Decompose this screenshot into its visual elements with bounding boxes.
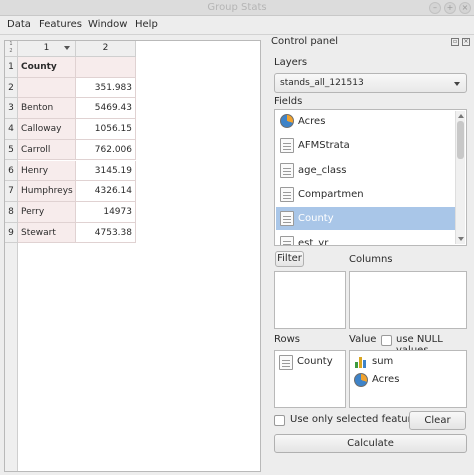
use-selected-checkbox[interactable] (274, 415, 285, 426)
value-item-label: Acres (372, 374, 400, 385)
close-icon[interactable]: × (459, 2, 471, 14)
text-field-icon (280, 235, 294, 245)
value-label: Value (349, 334, 377, 345)
text-field-icon (280, 162, 294, 178)
field-item-label: Compartmen (298, 188, 364, 200)
row-header[interactable]: 8 (5, 201, 18, 223)
rows-label: Rows (274, 334, 301, 345)
scroll-down-icon[interactable] (458, 237, 464, 241)
text-field-icon (280, 211, 294, 227)
fields-label: Fields (274, 96, 303, 107)
column-header-label: 2 (102, 43, 109, 53)
field-item[interactable]: County (276, 207, 455, 231)
table-cell[interactable] (18, 77, 76, 99)
table-cell[interactable]: 3145.19 (76, 160, 136, 182)
pie-chart-icon (280, 114, 294, 128)
text-field-icon (279, 355, 293, 370)
table-cell[interactable]: 1056.15 (76, 119, 136, 140)
row-header[interactable]: 6 (5, 160, 18, 182)
table-cell[interactable]: Henry (18, 160, 76, 182)
column-header-2[interactable]: 2 (76, 41, 136, 57)
bar-chart-icon (354, 355, 368, 369)
table-cell[interactable]: 351.983 (76, 77, 136, 99)
field-item-label: County (298, 213, 334, 225)
menu-help[interactable]: Help (135, 19, 158, 30)
row-header[interactable]: 5 (5, 139, 18, 161)
field-item-label: AFMStrata (298, 140, 350, 152)
pie-chart-icon (354, 373, 368, 387)
table-cell[interactable]: Humphreys (18, 181, 76, 202)
table-cell[interactable]: Perry (18, 201, 76, 223)
field-item[interactable]: AFMStrata (276, 134, 455, 157)
control-panel-title: Control panel (271, 36, 339, 47)
value-item-acres[interactable]: Acres (352, 372, 399, 390)
filter-button[interactable]: Filter (275, 251, 304, 267)
clear-button[interactable]: Clear (409, 411, 466, 430)
use-selected-label: Use only selected features (290, 414, 423, 425)
results-table[interactable]: 12 1 2 1 County 2 351.983 3 Benton 5469.43 4 Cal… (4, 40, 261, 472)
window-titlebar: Group Stats – + × (0, 0, 474, 16)
row-header[interactable]: 1 (5, 57, 18, 78)
value-drop-area[interactable]: sum Acres (349, 350, 467, 408)
float-panel-icon[interactable]: ▫ (451, 38, 459, 46)
fields-scrollbar[interactable] (455, 111, 465, 244)
columns-drop-area[interactable] (349, 271, 467, 329)
table-cell[interactable]: 762.006 (76, 139, 136, 161)
sort-descending-icon (64, 46, 70, 50)
table-cell[interactable]: Benton (18, 98, 76, 120)
scroll-up-icon[interactable] (458, 114, 464, 118)
use-null-checkbox[interactable] (381, 335, 392, 346)
field-item-label: Acres (298, 116, 326, 127)
field-item-label: est_yr (298, 237, 329, 246)
layers-select-value: stands_all_121513 (280, 78, 364, 88)
field-item[interactable]: est_yr (276, 232, 455, 246)
menu-bar: Data Features Window Help (0, 16, 474, 35)
rows-drop-area[interactable]: County (274, 350, 346, 408)
value-item-sum[interactable]: sum (352, 354, 393, 372)
rows-item-county[interactable]: County (277, 354, 333, 372)
field-item[interactable]: age_class (276, 159, 455, 182)
maximize-icon[interactable]: + (444, 2, 456, 14)
text-field-icon (280, 186, 294, 202)
close-panel-icon[interactable]: × (462, 38, 470, 46)
table-cell[interactable]: Carroll (18, 139, 76, 161)
menu-features[interactable]: Features (39, 19, 82, 30)
menu-window[interactable]: Window (88, 19, 127, 30)
layers-select[interactable]: stands_all_121513 (274, 73, 467, 93)
minimize-icon[interactable]: – (429, 2, 441, 14)
table-cell[interactable]: Calloway (18, 119, 76, 140)
value-item-label: sum (372, 356, 394, 367)
row-header[interactable]: 7 (5, 181, 18, 202)
text-field-icon (280, 138, 294, 154)
calculate-button[interactable]: Calculate (274, 434, 467, 453)
rows-item-label: County (297, 356, 333, 367)
layers-label: Layers (274, 57, 308, 68)
field-item[interactable]: Acres (276, 110, 455, 133)
table-cell[interactable] (76, 57, 136, 78)
table-corner-button[interactable]: 12 (5, 41, 18, 57)
row-header[interactable]: 3 (5, 98, 18, 120)
table-cell[interactable]: County (18, 57, 76, 78)
table-cell[interactable]: Stewart (18, 222, 76, 244)
chevron-down-icon (454, 82, 460, 86)
row-header[interactable]: 9 (5, 222, 18, 244)
field-item-label: age_class (298, 164, 347, 176)
window-title: Group Stats (207, 2, 267, 13)
column-header-label: 1 (43, 43, 50, 53)
row-header[interactable]: 2 (5, 77, 18, 99)
fields-list[interactable]: Acres AFMStrata age_class Compartmen County e… (274, 109, 467, 246)
filter-drop-area[interactable] (274, 271, 346, 329)
scroll-thumb[interactable] (457, 121, 464, 159)
table-cell[interactable]: 4753.38 (76, 222, 136, 244)
column-header-1[interactable]: 1 (18, 41, 76, 57)
row-header[interactable]: 4 (5, 119, 18, 140)
table-cell[interactable]: 4326.14 (76, 181, 136, 202)
menu-data[interactable]: Data (7, 19, 31, 30)
table-cell[interactable]: 5469.43 (76, 98, 136, 120)
table-cell[interactable]: 14973 (76, 201, 136, 223)
columns-label: Columns (349, 254, 393, 265)
field-item[interactable]: Compartmen (276, 183, 455, 206)
